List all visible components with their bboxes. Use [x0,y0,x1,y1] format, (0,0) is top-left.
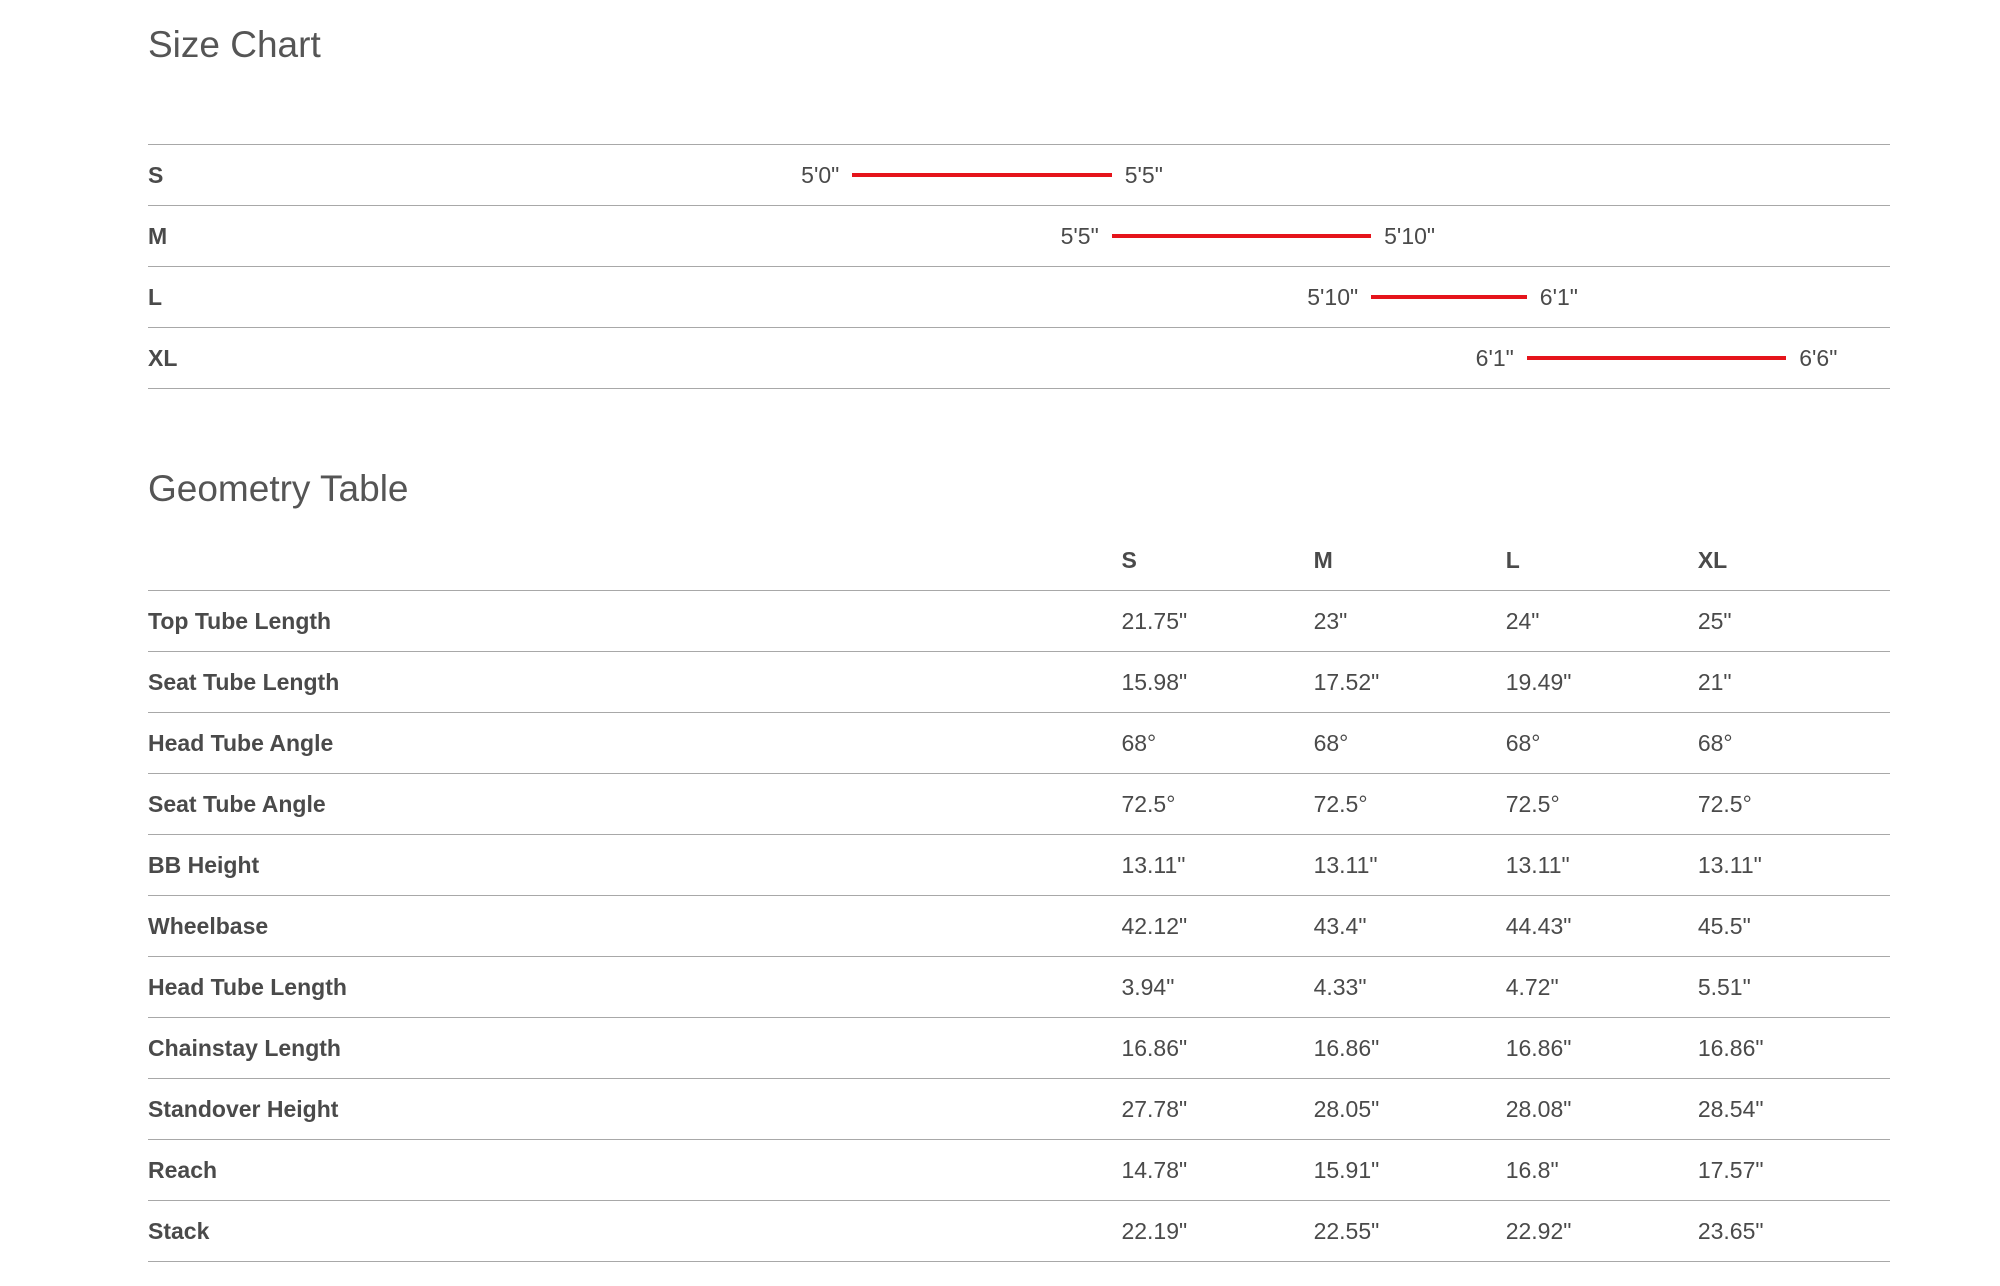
metric-value: 13.11" [1697,834,1890,896]
metric-value: 23.65" [1697,1200,1890,1262]
metric-label: Wheelbase [148,895,1122,957]
size-range-bar [1111,234,1372,238]
size-range-min: 6'1" [1475,345,1514,371]
size-chart-title: Size Chart [148,24,321,65]
metric-label: Seat Tube Length [148,651,1122,713]
metric-label: Chainstay Length [148,1017,1122,1079]
metric-value: 16.8" [1505,1139,1698,1201]
metric-value: 72.5° [1121,773,1314,835]
metric-value: 72.5° [1697,773,1890,835]
size-range-bar [852,173,1112,177]
size-row-s: S 5'0" 5'5" [148,145,1890,206]
table-row: Stack 22.19" 22.55" 22.92" 23.65" [148,1200,1890,1262]
metric-value: 15.91" [1313,1139,1506,1201]
metric-value: 22.92" [1505,1200,1698,1262]
metric-value: 22.19" [1121,1200,1314,1262]
metric-value: 17.52" [1313,651,1506,713]
metric-value: 44.43" [1505,895,1698,957]
size-range-bar [1526,356,1787,360]
metric-value: 4.33" [1313,956,1506,1018]
metric-value: 14.78" [1121,1139,1314,1201]
metric-value: 42.12" [1121,895,1314,957]
metric-label: Stack [148,1200,1122,1262]
metric-value: 22.55" [1313,1200,1506,1262]
table-row: Wheelbase 42.12" 43.4" 44.43" 45.5" [148,895,1890,957]
metric-label: Head Tube Angle [148,712,1122,774]
size-range-min: 5'5" [1060,223,1099,249]
metric-value: 13.11" [1121,834,1314,896]
size-range-max: 6'1" [1539,284,1578,310]
metric-value: 24" [1505,590,1698,652]
geometry-table: S M L XL Top Tube Length 21.75" 23" 24" 25" Seat… [148,530,1890,1262]
metric-value: 68° [1505,712,1698,774]
metric-value: 68° [1121,712,1314,774]
metric-value: 23" [1313,590,1506,652]
table-row: Chainstay Length 16.86" 16.86" 16.86" 16.86" [148,1017,1890,1079]
geometry-header-row: S M L XL [148,530,1890,591]
metric-value: 43.4" [1313,895,1506,957]
table-row: Seat Tube Length 15.98" 17.52" 19.49" 21" [148,651,1890,713]
table-row: Head Tube Length 3.94" 4.33" 4.72" 5.51" [148,956,1890,1018]
metric-value: 13.11" [1505,834,1698,896]
table-row: Head Tube Angle 68° 68° 68° 68° [148,712,1890,774]
metric-value: 17.57" [1697,1139,1890,1201]
metric-value: 72.5° [1505,773,1698,835]
geometry-header-blank [148,530,1122,591]
metric-value: 16.86" [1121,1017,1314,1079]
geometry-column-header: L [1505,530,1698,591]
metric-value: 3.94" [1121,956,1314,1018]
geometry-table-title: Geometry Table [148,468,409,509]
table-row: Seat Tube Angle 72.5° 72.5° 72.5° 72.5° [148,773,1890,835]
metric-label: Seat Tube Angle [148,773,1122,835]
geometry-column-header: M [1313,530,1506,591]
metric-value: 72.5° [1313,773,1506,835]
metric-value: 28.54" [1697,1078,1890,1140]
size-row-l: L 5'10" 6'1" [148,267,1890,328]
size-chart: S 5'0" 5'5" M 5'5" 5'10" L 5'10" 6'1" XL 6'1" 6'6" [148,144,1890,389]
table-row: Standover Height 27.78" 28.05" 28.08" 28.54" [148,1078,1890,1140]
metric-label: Top Tube Length [148,590,1122,652]
geometry-column-header: XL [1697,530,1890,591]
table-row: Top Tube Length 21.75" 23" 24" 25" [148,590,1890,652]
metric-value: 25" [1697,590,1890,652]
size-range-max: 5'10" [1384,223,1436,249]
metric-value: 16.86" [1313,1017,1506,1079]
metric-value: 16.86" [1697,1017,1890,1079]
metric-value: 45.5" [1697,895,1890,957]
size-range-min: 5'10" [1307,284,1359,310]
size-label: S [148,162,164,188]
size-range-bar [1371,295,1527,299]
size-label: L [148,284,163,310]
metric-value: 13.11" [1313,834,1506,896]
metric-value: 4.72" [1505,956,1698,1018]
metric-value: 68° [1697,712,1890,774]
metric-value: 27.78" [1121,1078,1314,1140]
metric-value: 28.05" [1313,1078,1506,1140]
metric-label: Head Tube Length [148,956,1122,1018]
metric-value: 15.98" [1121,651,1314,713]
metric-label: BB Height [148,834,1122,896]
size-range-min: 5'0" [801,162,840,188]
metric-value: 68° [1313,712,1506,774]
size-label: XL [148,345,178,371]
metric-value: 19.49" [1505,651,1698,713]
geometry-column-header: S [1121,530,1314,591]
table-row: Reach 14.78" 15.91" 16.8" 17.57" [148,1139,1890,1201]
metric-value: 5.51" [1697,956,1890,1018]
metric-value: 16.86" [1505,1017,1698,1079]
metric-value: 28.08" [1505,1078,1698,1140]
size-row-m: M 5'5" 5'10" [148,206,1890,267]
size-row-xl: XL 6'1" 6'6" [148,328,1890,389]
metric-value: 21" [1697,651,1890,713]
size-range-max: 6'6" [1799,345,1838,371]
table-row: BB Height 13.11" 13.11" 13.11" 13.11" [148,834,1890,896]
size-range-max: 5'5" [1124,162,1163,188]
size-label: M [148,223,168,249]
metric-label: Reach [148,1139,1122,1201]
metric-value: 21.75" [1121,590,1314,652]
metric-label: Standover Height [148,1078,1122,1140]
